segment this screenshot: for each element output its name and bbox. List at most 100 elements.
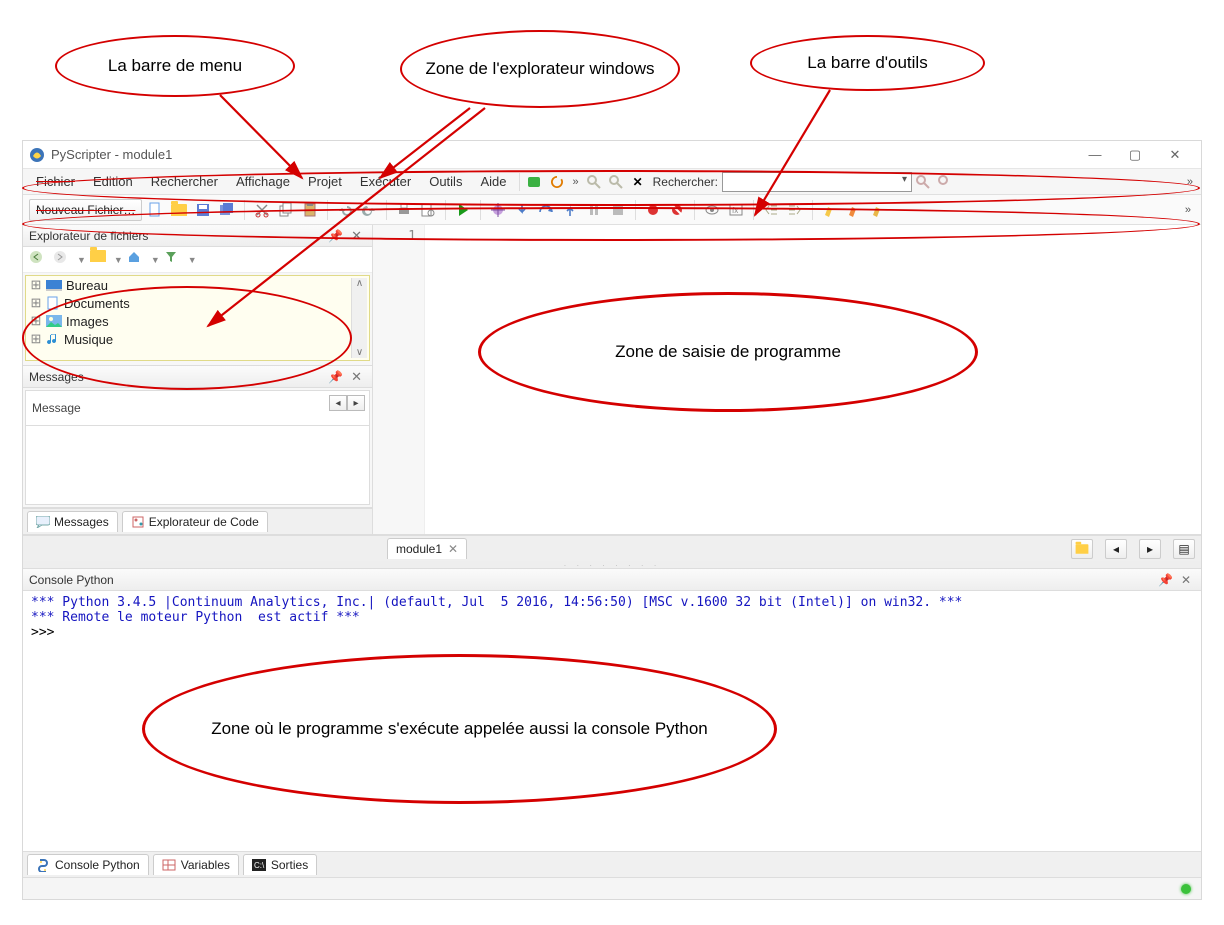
highlight1-icon[interactable] [819,199,841,221]
highlight3-icon[interactable] [867,199,889,221]
open-icon[interactable] [168,199,190,221]
menubar: Fichier Edition Rechercher Affichage Pro… [23,169,1201,195]
tree-item-documents[interactable]: ⊞ Documents [26,294,369,312]
search-label: Rechercher: [653,175,718,189]
expand-icon[interactable]: ⊞ [30,313,42,329]
tree-item-images[interactable]: ⊞ Images [26,312,369,330]
indent-left-icon[interactable] [760,199,782,221]
save-icon[interactable] [192,199,214,221]
run-icon[interactable] [452,199,474,221]
pin-icon[interactable]: 📌 [324,229,347,243]
menu-rechercher[interactable]: Rechercher [142,170,227,193]
menu-divider [519,173,520,191]
up-folder-icon[interactable] [90,250,110,270]
menu-overflow-icon[interactable]: » [568,174,582,190]
stop-icon[interactable] [607,199,629,221]
panel-close-icon[interactable]: ✕ [347,369,366,385]
annotation-bubble-explorer: Zone de l'explorateur windows [400,30,680,108]
tab-console-python[interactable]: Console Python [27,854,149,875]
breakpoint-icon[interactable] [642,199,664,221]
toolbar: Nouveau Fichier… [23,195,1201,225]
redo-icon[interactable] [358,199,380,221]
tab-messages[interactable]: Messages [27,511,118,532]
filter-icon[interactable] [164,250,184,270]
refresh-icon[interactable] [548,173,566,191]
doc-next-icon[interactable]: ▸ [1139,539,1161,559]
splitter-grip[interactable]: · · · · · · · · [23,561,1201,569]
nav-fwd-icon[interactable] [53,250,73,270]
find-next-icon[interactable] [585,173,603,191]
print-icon[interactable] [393,199,415,221]
menubar-overflow-icon[interactable]: » [1183,174,1197,190]
debug-icon[interactable] [487,199,509,221]
pin-icon[interactable]: 📌 [1154,573,1177,587]
svg-text:C:\: C:\ [254,861,265,870]
messages-body [25,426,370,505]
step-out-icon[interactable] [559,199,581,221]
menu-aide[interactable]: Aide [471,170,515,193]
highlight2-icon[interactable] [843,199,865,221]
tree-scrollbar[interactable]: ∧∨ [351,278,367,358]
watch-icon[interactable] [701,199,723,221]
maximize-button[interactable]: ▢ [1115,144,1155,166]
search-tool-icon[interactable] [914,173,932,191]
tree-item-musique[interactable]: ⊞ Musique [26,330,369,348]
messages-title: Messages [29,370,84,384]
python-green-icon[interactable] [526,173,544,191]
indent-right-icon[interactable] [784,199,806,221]
menu-outils[interactable]: Outils [420,170,471,193]
explorer-toolbar: ▼ ▼ ▼ ▼ [23,247,372,273]
search-tool2-icon[interactable] [936,173,954,191]
new-doc-icon[interactable] [144,199,166,221]
copy-icon[interactable] [275,199,297,221]
msg-next-button[interactable]: ▸ [347,395,365,411]
close-button[interactable]: ✕ [1155,144,1195,166]
tree-item-bureau[interactable]: ⊞ Bureau [26,276,369,294]
msg-prev-button[interactable]: ◂ [329,395,347,411]
svg-text:fx: fx [732,206,738,215]
save-all-icon[interactable] [216,199,238,221]
step-into-icon[interactable] [511,199,533,221]
cut-icon[interactable] [251,199,273,221]
nav-back-icon[interactable] [29,250,49,270]
document-tabbar: module1 ✕ ◂ ▸ ▤ [23,535,1201,561]
step-over-icon[interactable] [535,199,557,221]
doc-open-icon[interactable] [1071,539,1093,559]
search-combobox[interactable] [722,172,912,192]
menu-executer[interactable]: Exécuter [351,170,420,193]
panel-close-icon[interactable]: ✕ [1177,573,1195,587]
expand-icon[interactable]: ⊞ [30,331,42,347]
tab-sorties[interactable]: C:\ Sorties [243,854,317,875]
toolbar-overflow-icon[interactable]: » [1181,202,1195,218]
pin-icon[interactable]: 📌 [324,370,347,384]
print-preview-icon[interactable] [417,199,439,221]
breakpoint-clear-icon[interactable] [666,199,688,221]
file-tree[interactable]: ⊞ Bureau ⊞ Documents ⊞ [25,275,370,361]
expand-icon[interactable]: ⊞ [30,277,42,293]
new-file-button[interactable]: Nouveau Fichier… [29,199,142,221]
messages-col-header: Message [32,401,81,415]
menu-affichage[interactable]: Affichage [227,170,299,193]
find-prev-icon[interactable] [607,173,625,191]
doc-prev-icon[interactable]: ◂ [1105,539,1127,559]
tab-close-icon[interactable]: ✕ [448,542,458,556]
undo-icon[interactable] [334,199,356,221]
menu-fichier[interactable]: Fichier [27,170,84,193]
home-folder-icon[interactable] [127,250,147,270]
window-title: PyScripter - module1 [51,147,1075,162]
panel-close-icon[interactable]: ✕ [347,228,366,244]
paste-icon[interactable] [299,199,321,221]
tab-variables[interactable]: Variables [153,854,239,875]
statusbar [23,877,1201,899]
tab-code-explorer[interactable]: Explorateur de Code [122,511,268,532]
minimize-button[interactable]: — [1075,144,1115,166]
pause-icon[interactable] [583,199,605,221]
doc-list-icon[interactable]: ▤ [1173,539,1195,559]
menu-projet[interactable]: Projet [299,170,351,193]
tab-module1[interactable]: module1 ✕ [387,538,467,559]
menu-edition[interactable]: Edition [84,170,142,193]
expand-icon[interactable]: ⊞ [30,295,42,311]
clear-search-icon[interactable]: ✕ [629,173,647,191]
eval-icon[interactable]: fx [725,199,747,221]
line-gutter: 1 [373,225,425,534]
